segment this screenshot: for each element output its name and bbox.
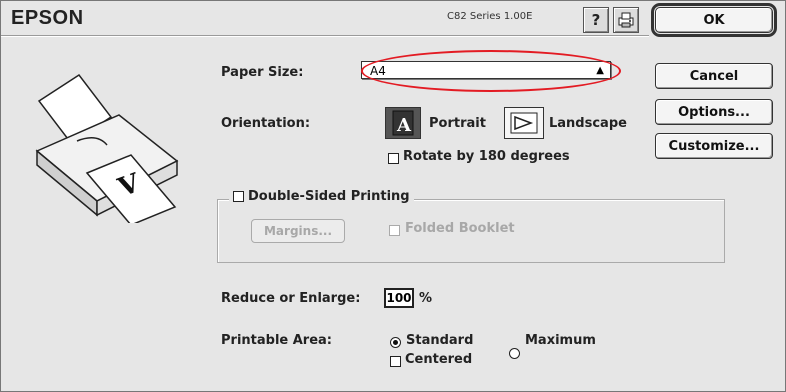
help-button[interactable]: ? [583, 7, 609, 33]
paper-size-highlight-ellipse [361, 50, 621, 92]
options-button[interactable]: Options... [655, 99, 773, 125]
portrait-label: Portrait [429, 116, 486, 131]
standard-radio[interactable] [390, 337, 401, 348]
printable-area-label: Printable Area: [221, 333, 333, 348]
centered-label: Centered [405, 352, 473, 367]
reduce-enlarge-label: Reduce or Enlarge: [221, 291, 361, 306]
reduce-enlarge-unit: % [419, 291, 433, 306]
landscape-label: Landscape [549, 116, 627, 131]
cancel-button[interactable]: Cancel [655, 63, 773, 89]
paper-size-label: Paper Size: [221, 65, 304, 80]
printer-settings-button[interactable] [613, 7, 639, 33]
folded-booklet-label: Folded Booklet [405, 221, 515, 236]
maximum-radio[interactable] [509, 348, 520, 359]
margins-button[interactable]: Margins... [251, 219, 345, 243]
double-sided-label: Double-Sided Printing [248, 189, 410, 204]
landscape-button[interactable] [504, 107, 544, 139]
svg-text:A: A [396, 115, 412, 136]
header-divider [1, 35, 649, 37]
printer-illustration: V [35, 73, 179, 223]
portrait-icon: A [392, 110, 414, 136]
double-sided-header: Double-Sided Printing [229, 189, 414, 204]
customize-button[interactable]: Customize... [655, 133, 773, 159]
reduce-enlarge-input[interactable]: 100 [384, 288, 414, 308]
folded-booklet-checkbox[interactable] [389, 225, 400, 236]
help-icon: ? [591, 11, 601, 29]
orientation-label: Orientation: [221, 116, 311, 131]
rotate-180-label: Rotate by 180 degrees [403, 149, 570, 164]
maximum-label: Maximum [525, 333, 596, 348]
centered-checkbox[interactable] [390, 356, 401, 367]
print-dialog: EPSON C82 Series 1.00E ? V OK Cancel Opt… [0, 0, 786, 392]
ok-button[interactable]: OK [651, 3, 777, 37]
printer-settings-icon [618, 12, 634, 28]
driver-version: C82 Series 1.00E [447, 11, 533, 22]
brand-logo: EPSON [11, 7, 84, 29]
rotate-180-checkbox[interactable] [388, 153, 399, 164]
portrait-button[interactable]: A [385, 107, 421, 139]
double-sided-checkbox[interactable] [233, 191, 244, 202]
standard-label: Standard [406, 333, 474, 348]
landscape-icon [510, 112, 538, 134]
